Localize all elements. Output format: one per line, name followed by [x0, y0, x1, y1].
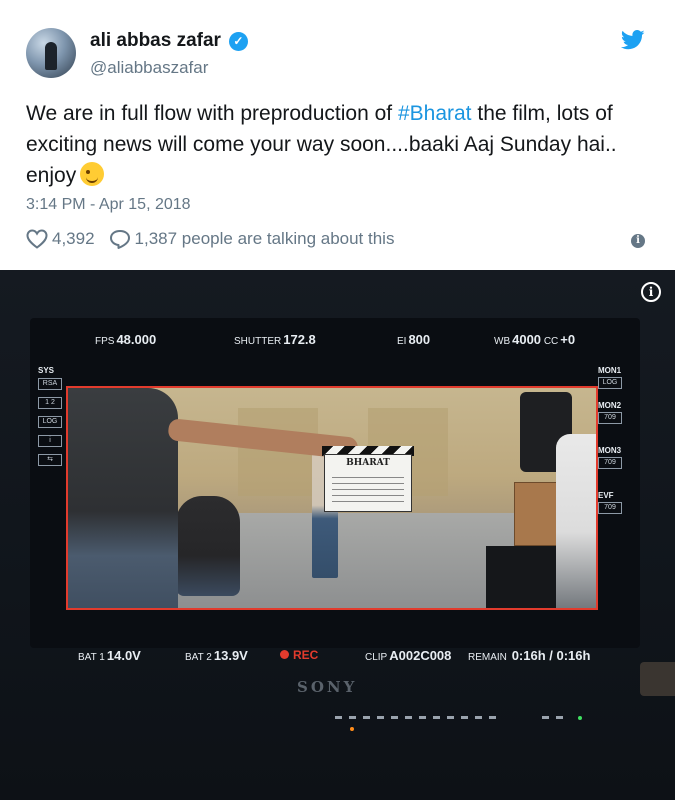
- avatar[interactable]: [26, 28, 76, 78]
- hud-remain: REMAIN 0:16h / 0:16h: [468, 648, 590, 663]
- hud-shutter-label: SHUTTER: [234, 336, 282, 347]
- monitor-button: [377, 716, 384, 719]
- hud-shutter: SHUTTER 172.8: [234, 332, 316, 347]
- hud-shutter-value: 172.8: [283, 332, 316, 347]
- evf-box: 709: [598, 502, 622, 514]
- tweet-photo[interactable]: i FPS 48.000 SHUTTER 172.8 EI 800 WB 4000 CC…: [0, 270, 675, 800]
- sys-box: LOG: [38, 416, 62, 428]
- hashtag-link[interactable]: #Bharat: [398, 102, 472, 125]
- rec-dot-icon: [280, 650, 289, 659]
- hud-clip: CLIP A002C008: [365, 648, 451, 663]
- hud-clip-label: CLIP: [365, 652, 388, 663]
- conversation-link[interactable]: 1,387 people are talking about this: [135, 229, 395, 249]
- hud-rec-label: REC: [293, 648, 319, 662]
- monitor-button: [475, 716, 482, 719]
- monitor-button: [542, 716, 549, 719]
- mon3-box: 709: [598, 457, 622, 469]
- mon3-label: MON3: [598, 446, 622, 455]
- mon2-label: MON2: [598, 401, 622, 410]
- hud-cc-value: +0: [560, 332, 576, 347]
- sys-box: 1 2: [38, 397, 62, 409]
- hud-clip-value: A002C008: [389, 648, 452, 663]
- monitor-side-tab: [640, 662, 675, 696]
- sys-side-panel: SYS RSA 1 2 LOG i ⇆: [38, 366, 64, 473]
- hud-remain-label: REMAIN: [468, 652, 507, 663]
- hud-fps-value: 48.000: [116, 332, 157, 347]
- monitor-button-row-right: [542, 716, 563, 719]
- hud-wb: WB 4000 CC +0: [494, 332, 575, 347]
- tweet-actions: 4,392 1,387 people are talking about thi…: [26, 229, 394, 249]
- hud-wb-value: 4000: [512, 332, 542, 347]
- status-led-icon: [578, 716, 582, 720]
- info-icon[interactable]: i: [631, 234, 645, 248]
- reply-bubble-icon[interactable]: [109, 229, 131, 249]
- photo-info-icon[interactable]: i: [641, 282, 661, 302]
- hud-bat1: BAT 1 14.0V: [78, 648, 141, 663]
- hud-fps: FPS 48.000: [95, 332, 156, 347]
- sys-box: ⇆: [38, 454, 62, 466]
- clapperboard-title: BHARAT: [346, 458, 390, 468]
- hud-ei-label: EI: [397, 336, 407, 347]
- heart-icon[interactable]: [26, 229, 48, 249]
- hud-ei-value: 800: [408, 332, 431, 347]
- hud-bat2-value: 13.9V: [213, 648, 248, 663]
- monitor-button: [335, 716, 342, 719]
- monitor-button: [556, 716, 563, 719]
- camera-frame-image: BHARAT: [66, 386, 598, 610]
- monitor-button: [349, 716, 356, 719]
- clapperboard-lines: [332, 472, 404, 506]
- mon1-box: LOG: [598, 377, 622, 389]
- monitor-button-row: [335, 716, 496, 719]
- tweet-text: We are in full flow with preproduction o…: [26, 98, 651, 191]
- hud-bat2: BAT 2 13.9V: [185, 648, 248, 663]
- author-name[interactable]: ali abbas zafar: [90, 30, 221, 52]
- sys-box: RSA: [38, 378, 62, 390]
- power-led-icon: [350, 727, 354, 731]
- evf-label: EVF: [598, 491, 614, 500]
- monitor-button: [363, 716, 370, 719]
- crouching-crew-figure: [176, 496, 240, 596]
- hud-bat1-value: 14.0V: [106, 648, 141, 663]
- monitor-button: [489, 716, 496, 719]
- like-count: 4,392: [52, 229, 95, 248]
- black-table: [486, 546, 566, 608]
- sony-logo: SONY: [297, 678, 358, 696]
- tweet-card: ali abbas zafar ✓ @aliabbaszafar We are …: [0, 0, 675, 270]
- hud-cc-label: CC: [543, 336, 559, 347]
- mon2-box: 709: [598, 412, 622, 424]
- crew-figure-left: [68, 388, 178, 608]
- author-row: ali abbas zafar ✓: [90, 30, 248, 52]
- hud-rec: REC: [280, 648, 318, 662]
- hud-remain-value: 0:16h / 0:16h: [511, 648, 591, 663]
- monitor-button: [433, 716, 440, 719]
- tweet-text-part1: We are in full flow with preproduction o…: [26, 102, 398, 125]
- winking-face-icon: [80, 162, 105, 186]
- monitor-button: [405, 716, 412, 719]
- monitor-button: [391, 716, 398, 719]
- hud-ei: EI 800: [397, 332, 430, 347]
- sys-box: i: [38, 435, 62, 447]
- hud-fps-label: FPS: [95, 336, 115, 347]
- hud-wb-label: WB: [494, 336, 511, 347]
- crew-figure-right: [556, 434, 596, 608]
- tweet-timestamp[interactable]: 3:14 PM - Apr 15, 2018: [26, 196, 191, 214]
- twitter-bird-icon[interactable]: [621, 30, 645, 50]
- monitor-button: [419, 716, 426, 719]
- monitor-button: [447, 716, 454, 719]
- verified-badge-icon: ✓: [228, 31, 248, 51]
- author-handle[interactable]: @aliabbaszafar: [90, 58, 208, 78]
- hud-bat2-label: BAT 2: [185, 652, 212, 663]
- sys-label: SYS: [38, 366, 55, 375]
- mon1-label: MON1: [598, 366, 622, 375]
- monitor-button: [461, 716, 468, 719]
- monitor-side-panel: MON1 LOG MON2 709 MON3 709 EVF 709: [598, 366, 628, 521]
- hud-bat1-label: BAT 1: [78, 652, 105, 663]
